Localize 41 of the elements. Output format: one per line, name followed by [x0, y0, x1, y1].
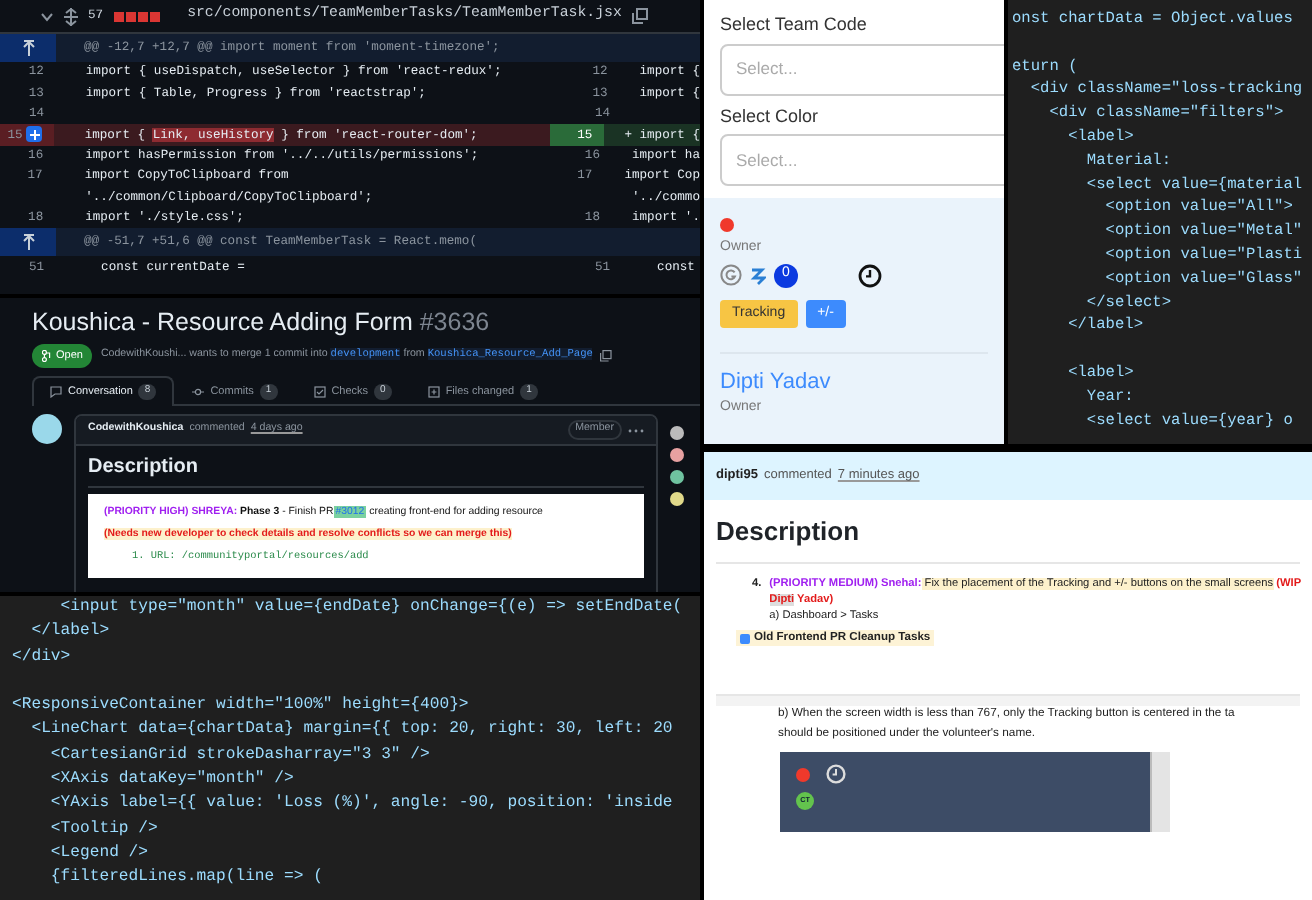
copy-icon[interactable]	[631, 8, 648, 24]
code-line: {filteredLines.map(line => (	[48, 866, 325, 891]
code-line: <LineChart data={chartData} margin={{ top: 20, right: 30, left: 20	[29, 718, 675, 743]
code-line: </div>	[12, 645, 73, 670]
scrollbar	[1150, 752, 1170, 833]
clock-icon	[826, 764, 846, 785]
comment-icon	[50, 386, 62, 399]
clock-icon[interactable]	[858, 263, 882, 287]
pr-title: Koushica - Resource Adding Form	[32, 308, 413, 336]
copy-icon[interactable]	[600, 349, 613, 362]
code-line: <Tooltip />	[48, 817, 160, 842]
description-heading: Description	[88, 452, 644, 489]
field-label: Select Team Code	[720, 12, 869, 38]
code-line: <Legend />	[48, 841, 150, 866]
commit-icon	[192, 386, 205, 399]
code-line: <CartesianGrid strokeDasharray="3 3" />	[48, 743, 432, 768]
expand-icon[interactable]	[21, 40, 35, 56]
description-heading: Description	[716, 512, 1300, 563]
pr-number: #3636	[419, 308, 490, 336]
field-label: Select Color	[720, 103, 821, 129]
code-line: <input type="month" value={endDate} onChange={(e) => setEndDate(	[58, 596, 685, 620]
diffstat-drawing	[113, 11, 166, 21]
code-line: <YAxis label={{ value: 'Loss (%)', angle: -90, position: 'inside	[48, 792, 675, 817]
expand-icon[interactable]	[21, 234, 35, 251]
check-icon	[313, 386, 326, 399]
avatar	[32, 414, 62, 445]
status-dot	[796, 767, 810, 782]
chevron-icon[interactable]	[40, 11, 54, 21]
circle-g-icon[interactable]	[720, 264, 742, 286]
add-comment-button[interactable]	[26, 126, 43, 143]
file-diff-icon	[427, 386, 440, 399]
code-line: <ResponsiveContainer width="100%" height={400}>	[12, 694, 471, 719]
code-line: </label>	[29, 620, 112, 645]
zigzag-icon[interactable]	[750, 265, 766, 285]
status-dot	[720, 218, 734, 232]
checkbox[interactable]	[740, 633, 750, 644]
more-icon[interactable]	[628, 427, 644, 434]
pull-request-icon	[42, 349, 52, 362]
code-line: <XAxis dataKey="month" />	[48, 768, 296, 793]
plus-icon	[29, 129, 40, 140]
expand-icon[interactable]	[64, 7, 78, 25]
